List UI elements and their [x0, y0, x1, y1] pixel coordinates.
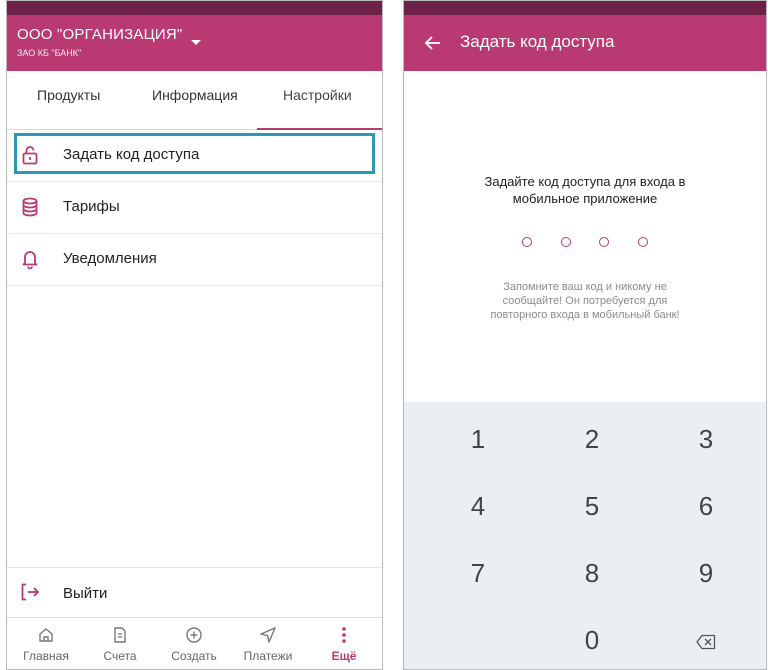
organization-header[interactable]: ООО "ОРГАНИЗАЦИЯ" ЗАО КБ "БАНК" — [7, 15, 382, 71]
key-1[interactable]: 1 — [428, 407, 528, 471]
database-icon — [22, 197, 38, 217]
document-icon — [114, 627, 126, 643]
hint-line: сообщайте! Он потребуется для — [502, 295, 668, 307]
key-0[interactable]: 0 — [542, 608, 642, 669]
hint-line: Запомните ваш код и никому не — [503, 281, 667, 293]
key-8[interactable]: 8 — [542, 541, 642, 605]
numeric-keypad: 1 2 3 4 5 6 7 8 9 0 — [404, 402, 766, 669]
nav-create[interactable]: Создать — [157, 618, 231, 669]
more-vertical-icon — [342, 627, 346, 643]
highlight-frame — [14, 133, 375, 174]
app-bar: Задать код доступа — [404, 15, 766, 71]
hint-line: повторного входа в мобильный банк! — [490, 309, 680, 321]
bank-name: ЗАО КБ "БАНК" — [17, 48, 82, 58]
menu-item-set-access-code[interactable]: Задать код доступа — [7, 130, 382, 182]
access-code-prompt: Задайте код доступа для входа в мобильно… — [404, 173, 766, 207]
nav-label: Создать — [171, 649, 217, 663]
bottom-navigation: Главная Счета Создать Платежи Ещё — [7, 617, 382, 669]
backspace-key[interactable] — [656, 608, 756, 669]
pin-dot — [522, 237, 533, 247]
pin-dot — [599, 237, 610, 247]
set-access-code-screen: Задать код доступа Задайте код доступа д… — [403, 0, 767, 670]
pin-dot — [560, 237, 571, 247]
key-9[interactable]: 9 — [656, 541, 756, 605]
back-arrow-icon[interactable] — [422, 32, 444, 54]
logout-label: Выйти — [63, 585, 108, 602]
backspace-icon — [696, 634, 716, 650]
pin-dot — [637, 237, 648, 247]
prompt-line: Задайте код доступа для входа в — [484, 174, 686, 189]
tab-information[interactable]: Информация — [152, 87, 238, 103]
menu-item-label: Уведомления — [63, 250, 157, 267]
organization-name: ООО "ОРГАНИЗАЦИЯ" — [17, 26, 183, 43]
tab-bar: Продукты Информация Настройки — [7, 71, 382, 130]
screen-title: Задать код доступа — [460, 32, 615, 51]
nav-home[interactable]: Главная — [9, 618, 83, 669]
settings-screen: ООО "ОРГАНИЗАЦИЯ" ЗАО КБ "БАНК" Продукты… — [6, 0, 383, 670]
home-icon — [39, 628, 53, 642]
prompt-line: мобильное приложение — [512, 191, 658, 206]
logout-icon — [21, 583, 40, 601]
tab-products[interactable]: Продукты — [37, 87, 100, 103]
menu-item-label: Тарифы — [63, 198, 120, 215]
nav-label: Главная — [23, 649, 69, 663]
dropdown-caret-icon[interactable] — [191, 40, 201, 45]
nav-payments[interactable]: Платежи — [231, 618, 305, 669]
key-7[interactable]: 7 — [428, 541, 528, 605]
send-icon — [260, 627, 276, 643]
nav-label: Платежи — [243, 649, 293, 663]
plus-circle-icon — [186, 627, 202, 643]
nav-label: Счета — [103, 649, 137, 663]
key-4[interactable]: 4 — [428, 474, 528, 538]
tab-settings[interactable]: Настройки — [283, 87, 352, 103]
logout-button[interactable]: Выйти — [7, 567, 382, 618]
nav-accounts[interactable]: Счета — [83, 618, 157, 669]
nav-more[interactable]: Ещё — [307, 618, 381, 669]
nav-label: Ещё — [331, 649, 357, 663]
key-5[interactable]: 5 — [542, 474, 642, 538]
pin-indicator — [404, 234, 766, 252]
menu-item-notifications[interactable]: Уведомления — [7, 234, 382, 286]
menu-item-tariffs[interactable]: Тарифы — [7, 182, 382, 234]
bell-icon — [22, 251, 38, 269]
key-2[interactable]: 2 — [542, 407, 642, 471]
key-3[interactable]: 3 — [656, 407, 756, 471]
security-hint: Запомните ваш код и никому не сообщайте!… — [404, 280, 766, 322]
status-bar — [404, 1, 766, 15]
status-bar — [7, 1, 382, 15]
key-6[interactable]: 6 — [656, 474, 756, 538]
